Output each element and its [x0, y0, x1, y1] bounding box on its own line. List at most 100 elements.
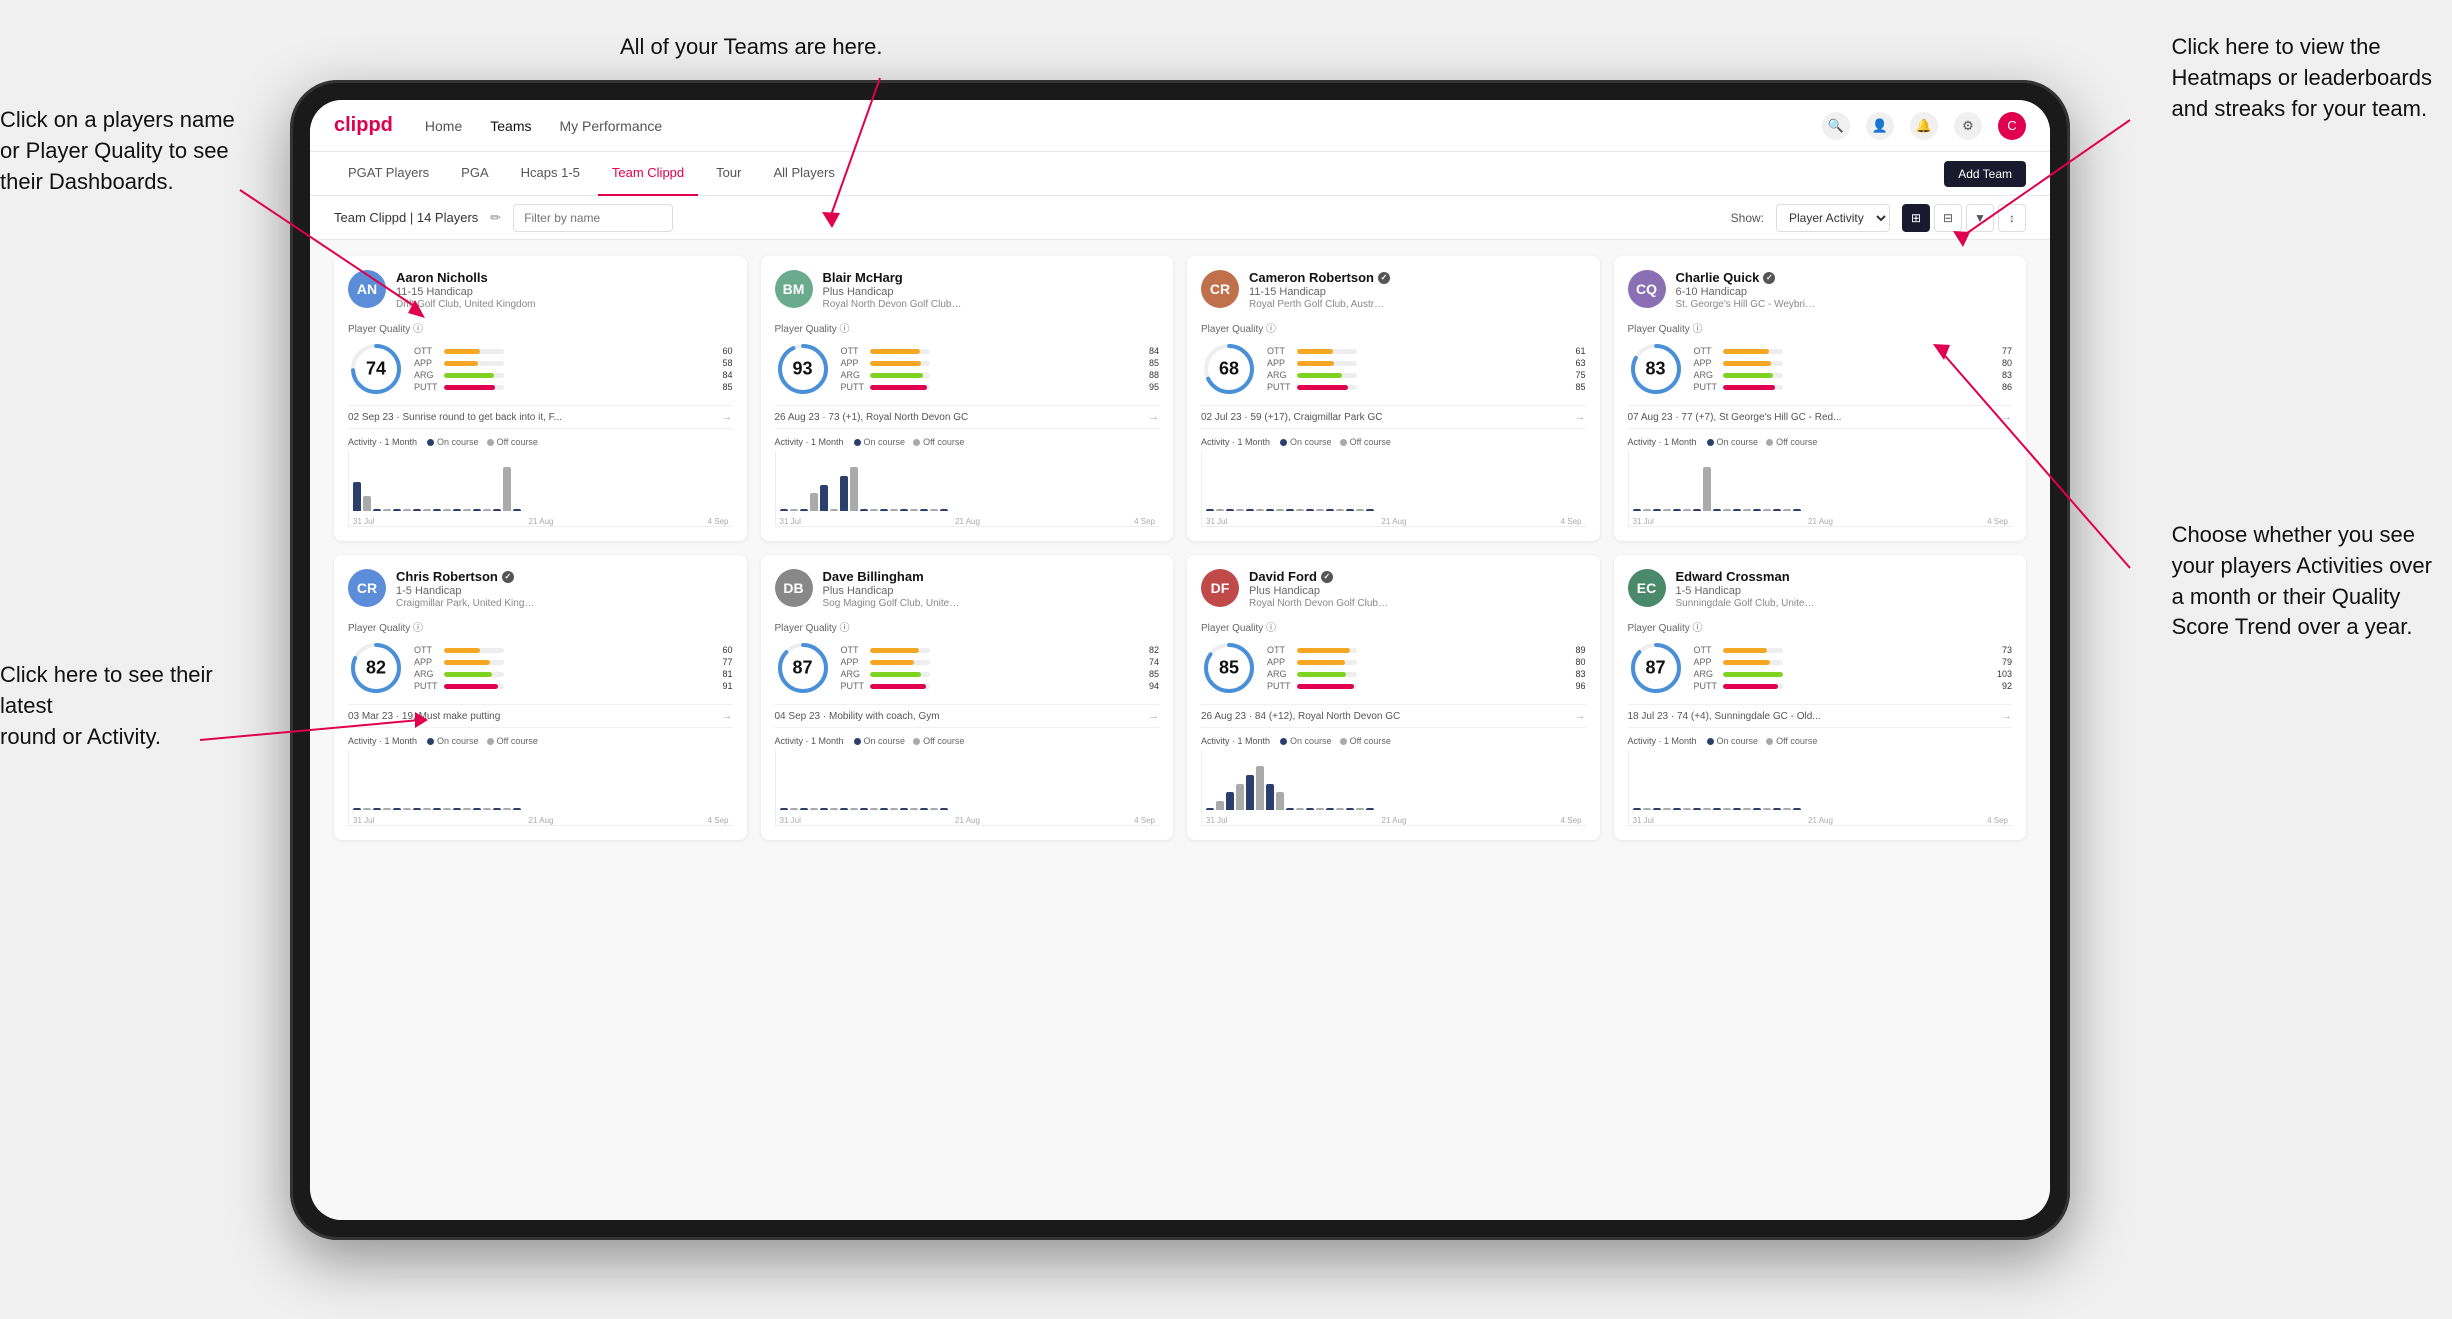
stat-value: 89 [1575, 645, 1585, 655]
player-name[interactable]: Aaron Nicholls [396, 270, 733, 285]
player-card[interactable]: DBDave BillinghamPlus HandicapSog Maging… [761, 555, 1174, 840]
round-arrow[interactable]: → [722, 411, 733, 423]
chart-bar [503, 467, 511, 511]
avatar-icon[interactable]: C [1998, 112, 2026, 140]
stat-bar [1723, 672, 1783, 677]
quality-score[interactable]: 74 [366, 359, 386, 380]
quality-score[interactable]: 87 [792, 658, 812, 679]
stat-name: ARG [414, 669, 438, 679]
chart-bar [483, 808, 491, 810]
chart-bar [1663, 509, 1671, 511]
player-card[interactable]: CQCharlie Quick✓6-10 HandicapSt. George'… [1614, 256, 2027, 541]
chart-bar [860, 509, 868, 511]
player-name[interactable]: Chris Robertson✓ [396, 569, 733, 584]
list-view-icon[interactable]: ⊟ [1934, 204, 1962, 232]
quality-score[interactable]: 85 [1219, 658, 1239, 679]
top-nav: clippd Home Teams My Performance 🔍 👤 🔔 ⚙… [310, 100, 2050, 152]
player-name[interactable]: Blair McHarg [823, 270, 1160, 285]
nav-performance[interactable]: My Performance [559, 114, 662, 138]
player-card[interactable]: DFDavid Ford✓Plus HandicapRoyal North De… [1187, 555, 1600, 840]
person-icon[interactable]: 👤 [1866, 112, 1894, 140]
player-name[interactable]: David Ford✓ [1249, 569, 1586, 584]
verified-badge: ✓ [1763, 272, 1775, 284]
round-arrow[interactable]: → [1148, 411, 1159, 423]
player-handicap: 6-10 Handicap [1676, 286, 2013, 298]
legend-label: Off course [1776, 736, 1817, 746]
nav-logo[interactable]: clippd [334, 114, 393, 137]
nav-teams[interactable]: Teams [490, 114, 531, 138]
stat-name: OTT [1694, 346, 1718, 356]
round-arrow[interactable]: → [722, 710, 733, 722]
chart-bar [493, 808, 501, 810]
stat-bar [870, 361, 930, 366]
player-name[interactable]: Cameron Robertson✓ [1249, 270, 1586, 285]
player-name[interactable]: Edward Crossman [1676, 569, 2013, 584]
activity-title: Activity · 1 Month [1628, 736, 1697, 746]
quality-score[interactable]: 68 [1219, 359, 1239, 380]
quality-score[interactable]: 82 [366, 658, 386, 679]
stat-name: PUTT [841, 681, 865, 691]
stat-name: OTT [841, 346, 865, 356]
stat-name: APP [1694, 358, 1718, 368]
chart-bar [513, 509, 521, 511]
tab-tour[interactable]: Tour [702, 152, 755, 196]
tab-pga[interactable]: PGA [447, 152, 502, 196]
activity-title: Activity · 1 Month [348, 437, 417, 447]
chart-bar [1296, 509, 1304, 511]
stat-name: PUTT [414, 382, 438, 392]
round-arrow[interactable]: → [1148, 710, 1159, 722]
legend-dot [1280, 439, 1287, 446]
player-name[interactable]: Dave Billingham [823, 569, 1160, 584]
player-card[interactable]: ECEdward Crossman1-5 HandicapSunningdale… [1614, 555, 2027, 840]
player-card[interactable]: CRCameron Robertson✓11-15 HandicapRoyal … [1187, 256, 1600, 541]
filter-search-input[interactable] [513, 204, 673, 232]
settings-icon[interactable]: ⚙ [1954, 112, 1982, 140]
tab-team-clippd[interactable]: Team Clippd [598, 152, 698, 196]
tab-all-players[interactable]: All Players [759, 152, 848, 196]
search-icon[interactable]: 🔍 [1822, 112, 1850, 140]
player-card[interactable]: BMBlair McHargPlus HandicapRoyal North D… [761, 256, 1174, 541]
chart-bar [920, 509, 928, 511]
quality-score[interactable]: 87 [1645, 658, 1665, 679]
quality-score[interactable]: 83 [1645, 359, 1665, 380]
nav-home[interactable]: Home [425, 114, 462, 138]
round-arrow[interactable]: → [1575, 710, 1586, 722]
quality-score[interactable]: 93 [792, 359, 812, 380]
activity-title: Activity · 1 Month [1201, 437, 1270, 447]
chart-bar [383, 808, 391, 810]
stat-value: 85 [722, 382, 732, 392]
chart-label: 21 Aug [955, 517, 980, 526]
nav-icons: 🔍 👤 🔔 ⚙ C [1822, 112, 2026, 140]
bell-icon[interactable]: 🔔 [1910, 112, 1938, 140]
edit-icon[interactable]: ✏ [490, 210, 501, 226]
chart-bar [780, 808, 788, 810]
stat-value: 79 [1997, 657, 2012, 667]
player-card[interactable]: CRChris Robertson✓1-5 HandicapCraigmilla… [334, 555, 747, 840]
stat-value: 96 [1575, 681, 1585, 691]
activity-title: Activity · 1 Month [775, 437, 844, 447]
activity-title: Activity · 1 Month [1628, 437, 1697, 447]
player-avatar: DF [1201, 569, 1239, 607]
stat-name: OTT [1267, 346, 1291, 356]
latest-round-text: 04 Sep 23 · Mobility with coach, Gym [775, 711, 940, 722]
stat-value: 83 [2002, 370, 2012, 380]
round-arrow[interactable]: → [1575, 411, 1586, 423]
round-arrow[interactable]: → [2001, 710, 2012, 722]
chart-bar [443, 808, 451, 810]
chart-bar [1226, 792, 1234, 810]
player-card[interactable]: ANAaron Nicholls11-15 HandicapDrift Golf… [334, 256, 747, 541]
tab-pgat[interactable]: PGAT Players [334, 152, 443, 196]
sort-icon[interactable]: ↕ [1998, 204, 2026, 232]
cards-container: ANAaron Nicholls11-15 HandicapDrift Golf… [310, 240, 2050, 1220]
add-team-button[interactable]: Add Team [1944, 161, 2026, 187]
chart-bar [940, 808, 948, 810]
verified-badge: ✓ [1378, 272, 1390, 284]
filter-icon[interactable]: ▼ [1966, 204, 1994, 232]
tab-hcaps[interactable]: Hcaps 1-5 [507, 152, 594, 196]
player-name[interactable]: Charlie Quick✓ [1676, 270, 2013, 285]
grid-view-icon[interactable]: ⊞ [1902, 204, 1930, 232]
view-icons: ⊞ ⊟ ▼ ↕ [1902, 204, 2026, 232]
stat-name: ARG [841, 370, 865, 380]
show-select[interactable]: Player Activity [1776, 204, 1890, 232]
round-arrow[interactable]: → [2001, 411, 2012, 423]
